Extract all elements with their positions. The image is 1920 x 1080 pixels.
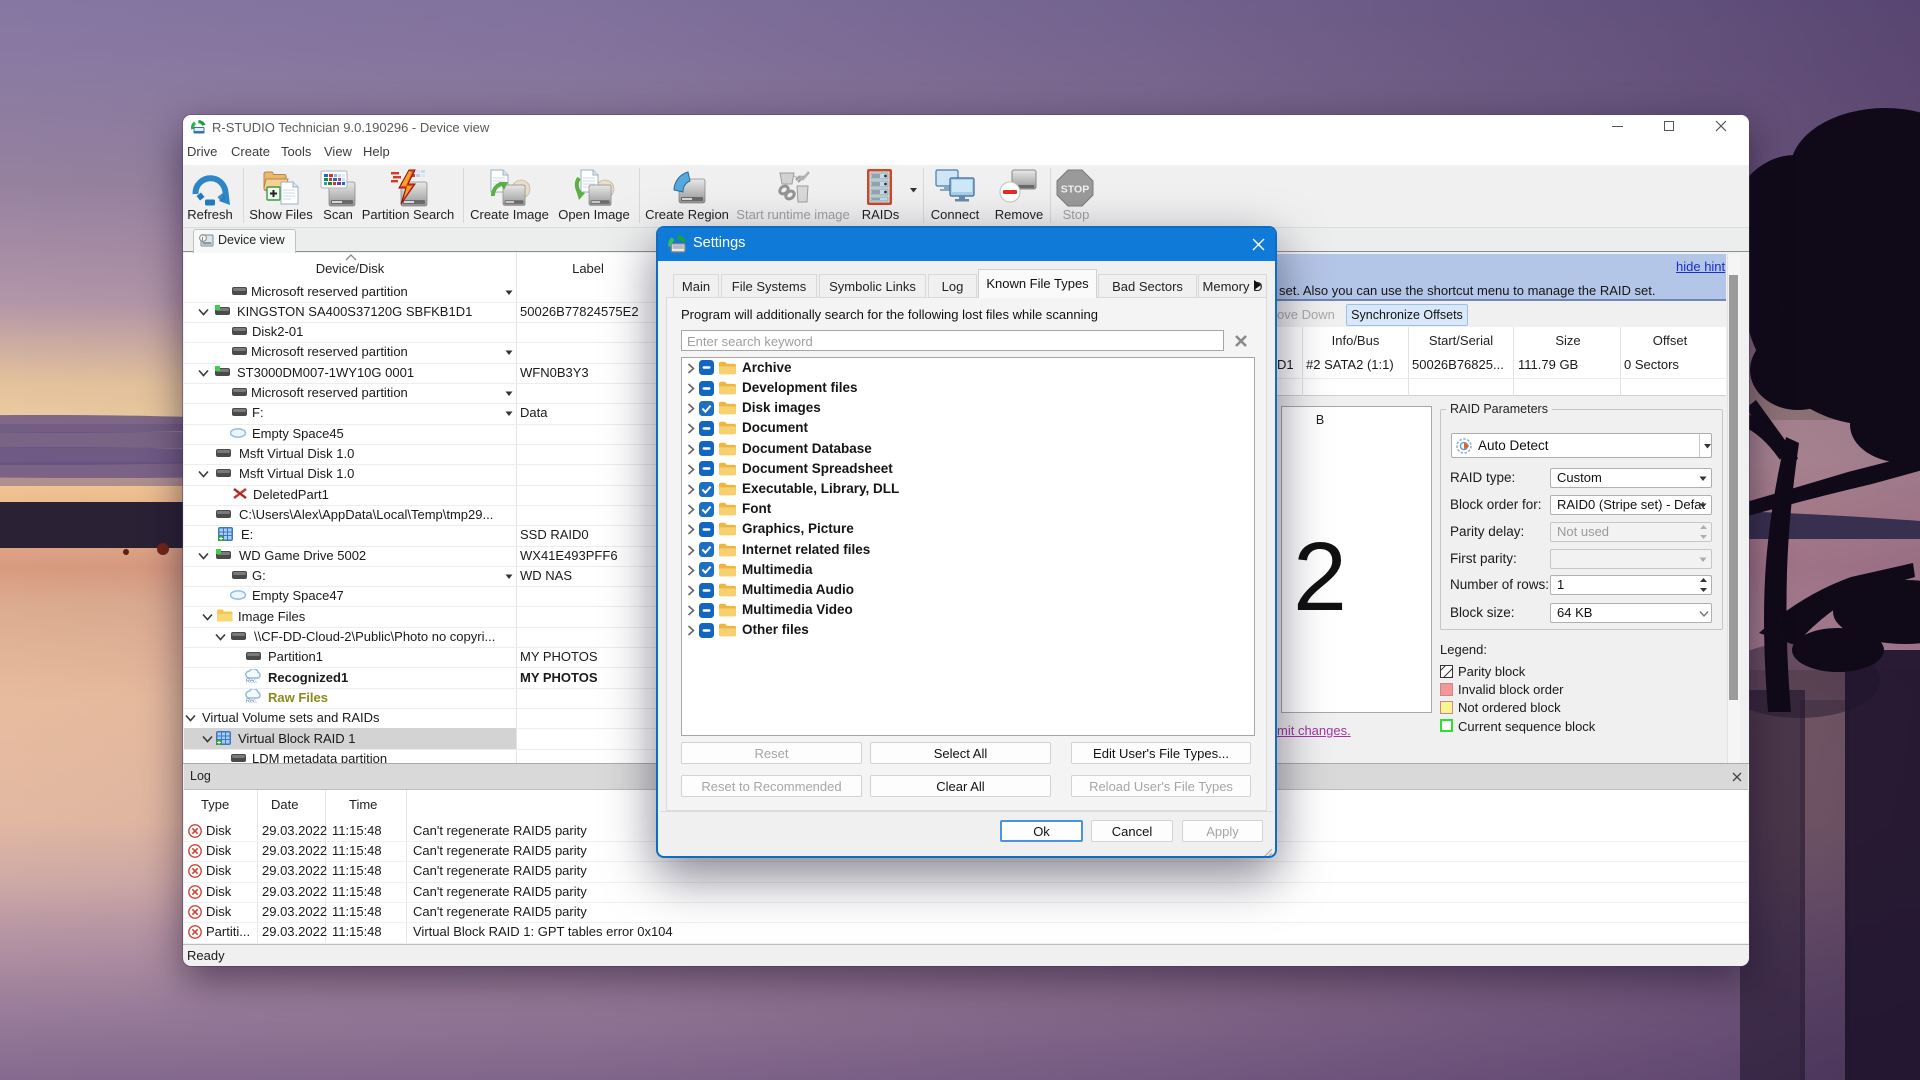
svg-text:i: i <box>202 234 204 242</box>
svg-text:STOP: STOP <box>1061 184 1089 196</box>
